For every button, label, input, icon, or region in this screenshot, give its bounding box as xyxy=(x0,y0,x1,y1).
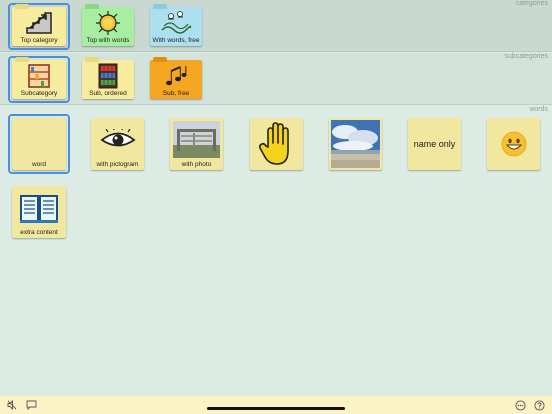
subcategory-card-sub-ordered[interactable]: Sub, ordered xyxy=(82,57,134,99)
category-card-top-with-words[interactable]: Top with words xyxy=(82,4,134,46)
beach-photo xyxy=(331,120,380,168)
subcategories-section-label: subcategories xyxy=(504,53,548,60)
category-label: Top category xyxy=(20,37,58,44)
gate-photo xyxy=(173,121,220,158)
word-card-beach-photo[interactable] xyxy=(329,118,382,170)
hand-icon xyxy=(250,121,303,167)
word-label: extra content xyxy=(20,229,58,236)
more-icon[interactable] xyxy=(514,399,526,411)
smiley-icon xyxy=(487,121,540,167)
category-label: With words, free xyxy=(152,37,200,44)
word-card-with-pictogram[interactable]: with pictogram xyxy=(91,118,144,170)
folder-tab xyxy=(153,4,167,9)
word-card-name-only[interactable]: name only xyxy=(408,118,461,170)
sun-icon xyxy=(82,10,134,35)
subcategory-label: Sub, free xyxy=(162,90,190,97)
book-icon xyxy=(12,189,66,227)
category-card-top-category[interactable]: Top category xyxy=(12,4,66,46)
music-notes-icon xyxy=(150,63,202,88)
category-card-with-words-free[interactable]: With words, free xyxy=(150,4,202,46)
bottom-toolbar xyxy=(0,396,552,414)
folder-tab xyxy=(15,4,29,9)
word-card-with-photo[interactable]: with photo xyxy=(170,118,223,170)
category-label: Top with words xyxy=(86,37,130,44)
folder-tab xyxy=(15,57,29,62)
subcategory-card-sub-free[interactable]: Sub, free xyxy=(150,57,202,99)
shelf-icon xyxy=(12,63,66,88)
speaker-mute-icon[interactable] xyxy=(6,399,18,411)
words-section-label: words xyxy=(529,106,548,113)
help-icon[interactable] xyxy=(533,399,545,411)
word-label: with pictogram xyxy=(96,161,139,168)
word-name-only-text: name only xyxy=(413,139,456,149)
folder-tab xyxy=(153,57,167,62)
categories-section-label: categories xyxy=(515,0,548,7)
word-card-word[interactable]: word xyxy=(12,118,66,170)
stairs-icon xyxy=(12,10,66,35)
subcategory-label: Subcategory xyxy=(20,90,58,97)
word-label xyxy=(250,168,303,170)
word-label: word xyxy=(31,161,47,168)
eye-icon xyxy=(91,121,144,159)
word-card-extra-content[interactable]: extra content xyxy=(12,186,66,238)
word-card-smiley[interactable] xyxy=(487,118,540,170)
ducks-icon xyxy=(150,10,202,35)
folder-tab xyxy=(85,57,99,62)
speech-bubble-icon[interactable] xyxy=(25,399,37,411)
bookcase-icon xyxy=(82,63,134,88)
subcategory-label: Sub, ordered xyxy=(89,90,127,97)
subcategory-card-subcategory[interactable]: Subcategory xyxy=(12,57,66,99)
home-indicator[interactable] xyxy=(207,407,345,410)
word-label: with photo xyxy=(181,161,212,168)
folder-tab xyxy=(85,4,99,9)
word-card-hand[interactable] xyxy=(250,118,303,170)
